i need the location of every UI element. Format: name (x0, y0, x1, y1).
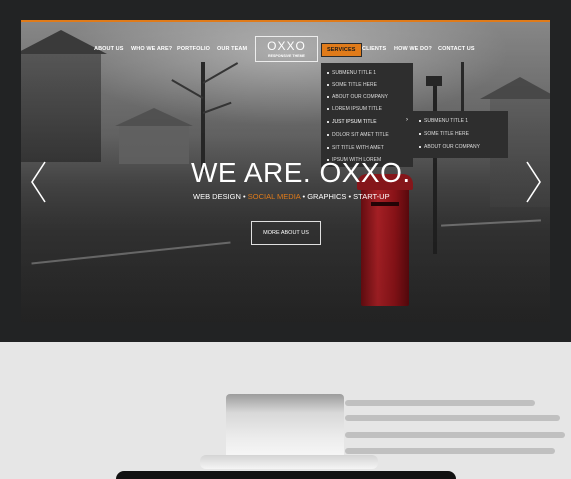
chevron-right-icon[interactable] (523, 160, 543, 204)
hero-subtitle: WEB DESIGN • SOCIAL MEDIA • GRAPHICS • S… (193, 192, 390, 201)
main-nav: ABOUT US WHO WE ARE? PORTFOLIO OUR TEAM … (21, 22, 550, 66)
dropdown-item-highlighted[interactable]: JUST IPSUM TITLE (327, 119, 377, 125)
nav-portfolio[interactable]: PORTFOLIO (177, 46, 210, 52)
hero-sub-start-up: START-UP (353, 192, 390, 201)
monitor-foot (116, 471, 456, 479)
logo-name: OXXO (267, 39, 306, 53)
submenu-item[interactable]: ABOUT OUR COMPANY (419, 144, 480, 150)
dropdown-item[interactable]: ABOUT OUR COMPANY (327, 94, 388, 100)
hero-title: WE ARE. OXXO. (191, 157, 411, 188)
dropdown-item[interactable]: SUBMENU TITLE 1 (327, 70, 376, 76)
nav-services[interactable]: SERVICES (321, 43, 362, 57)
submenu-item[interactable]: SUBMENU TITLE 1 (419, 118, 468, 124)
logo-tagline: RESPONSIVE THEME (268, 54, 305, 58)
separator: • (240, 192, 248, 201)
logo[interactable]: OXXO RESPONSIVE THEME (255, 36, 318, 62)
services-dropdown: SUBMENU TITLE 1 SOME TITLE HERE ABOUT OU… (321, 63, 413, 167)
hero-sub-graphics: GRAPHICS (307, 192, 347, 201)
nav-contact-us[interactable]: CONTACT US (438, 46, 475, 52)
chevron-right-icon: › (406, 117, 408, 123)
hero-sub-social-media: SOCIAL MEDIA (247, 192, 301, 201)
dropdown-item[interactable]: SOME TITLE HERE (327, 82, 377, 88)
nav-how-we-do[interactable]: HOW WE DO? (394, 46, 432, 52)
nav-about-us[interactable]: ABOUT US (94, 46, 124, 52)
chevron-left-icon[interactable] (29, 160, 49, 204)
dropdown-item[interactable]: LOREM IPSUM TITLE (327, 106, 382, 112)
nav-who-we-are[interactable]: WHO WE ARE? (131, 46, 172, 52)
stand-shadow (345, 448, 555, 454)
stand-shadow (345, 432, 565, 438)
dropdown-item[interactable]: SIT TITLE WITH AMET (327, 145, 384, 151)
more-about-us-button[interactable]: MORE ABOUT US (251, 221, 321, 245)
monitor-stand-base (200, 455, 378, 469)
monitor-stand-neck (226, 394, 344, 456)
dropdown-item[interactable]: DOLOR SIT AMET TITLE (327, 132, 389, 138)
submenu: SUBMENU TITLE 1 SOME TITLE HERE ABOUT OU… (413, 111, 508, 158)
submenu-item[interactable]: SOME TITLE HERE (419, 131, 469, 137)
website-screen: ABOUT US WHO WE ARE? PORTFOLIO OUR TEAM … (21, 20, 550, 322)
nav-our-team[interactable]: OUR TEAM (217, 46, 247, 52)
nav-clients[interactable]: CLIENTS (362, 46, 386, 52)
hero-sub-web-design: WEB DESIGN (193, 192, 241, 201)
stand-shadow (345, 415, 560, 421)
stand-shadow (345, 400, 535, 406)
